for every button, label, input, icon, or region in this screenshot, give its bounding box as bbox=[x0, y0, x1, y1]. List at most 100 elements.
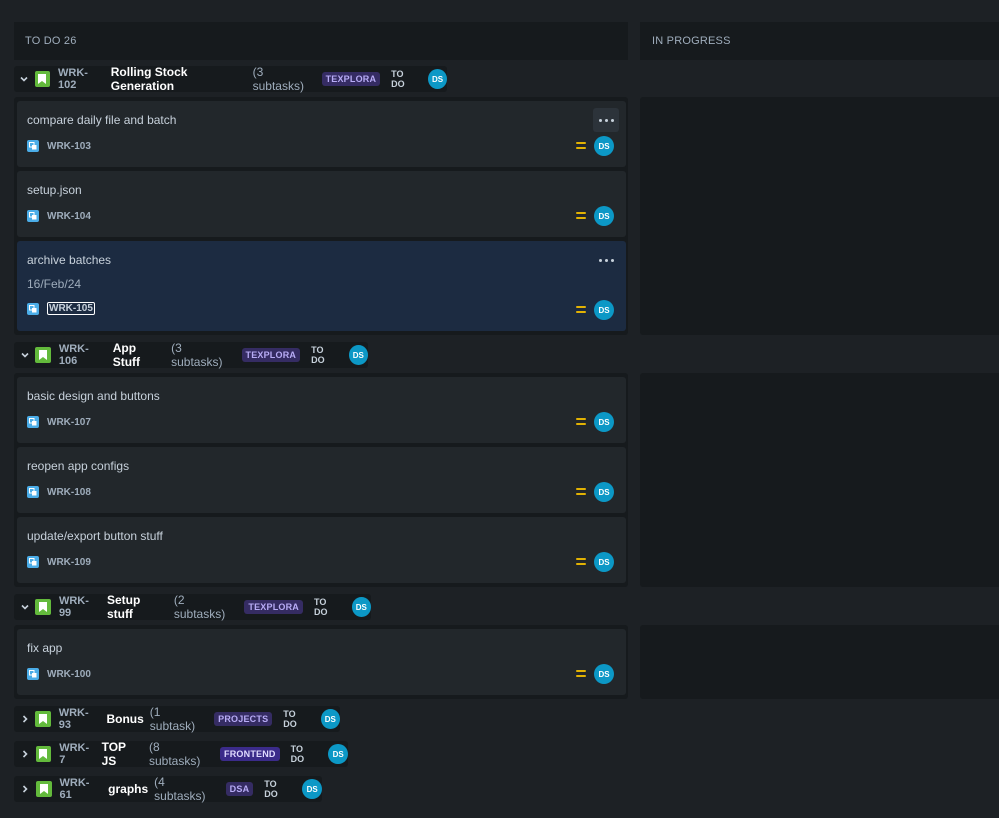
chevron-right-icon[interactable] bbox=[14, 714, 35, 724]
card-title: archive batches bbox=[27, 253, 112, 267]
in-progress-dropzone-wrk-102[interactable] bbox=[640, 97, 999, 335]
avatar[interactable]: DS bbox=[351, 597, 371, 617]
parent-issue-key[interactable]: WRK-99 bbox=[59, 595, 100, 619]
column-header-in-progress: IN PROGRESS bbox=[640, 22, 999, 60]
epic-label: TEXPLORA bbox=[241, 348, 301, 362]
subtask-count: (1 subtask) bbox=[149, 705, 196, 733]
chevron-down-icon[interactable] bbox=[14, 350, 35, 360]
issue-card[interactable]: basic design and buttons WRK-107 DS bbox=[17, 377, 626, 443]
subtask-count: (3 subtasks) bbox=[171, 341, 223, 369]
avatar[interactable]: DS bbox=[320, 709, 340, 729]
avatar[interactable]: DS bbox=[594, 552, 614, 572]
parent-status: TO DO bbox=[314, 597, 328, 617]
swimlane-header[interactable]: WRK-93 Bonus (1 subtask) PROJECTS TO DO … bbox=[14, 705, 340, 733]
parent-status: TO DO bbox=[283, 709, 297, 729]
issue-card[interactable]: compare daily file and batch WRK-103 DS bbox=[17, 101, 626, 167]
card-title: setup.json bbox=[27, 183, 82, 197]
parent-issue-title[interactable]: Rolling Stock Generation bbox=[111, 65, 247, 93]
priority-medium-icon bbox=[576, 488, 586, 498]
story-icon bbox=[34, 71, 50, 87]
priority-medium-icon bbox=[576, 142, 586, 152]
avatar[interactable]: DS bbox=[594, 482, 614, 502]
subtask-icon bbox=[27, 556, 39, 568]
epic-label: FRONTEND bbox=[220, 747, 280, 761]
avatar[interactable]: DS bbox=[594, 136, 614, 156]
epic-label: PROJECTS bbox=[214, 712, 273, 726]
avatar[interactable]: DS bbox=[594, 664, 614, 684]
parent-issue-title[interactable]: TOP JS bbox=[102, 740, 143, 768]
subtask-icon bbox=[27, 210, 39, 222]
card-issue-key[interactable]: WRK-105 bbox=[47, 302, 95, 315]
chevron-down-icon[interactable] bbox=[14, 74, 35, 84]
priority-medium-icon bbox=[576, 212, 586, 222]
subtask-icon bbox=[27, 416, 39, 428]
dot-icon bbox=[610, 118, 614, 122]
swimlane-header[interactable]: WRK-61 graphs (4 subtasks) DSA TO DO DS bbox=[14, 775, 322, 803]
parent-status: TO DO bbox=[264, 779, 278, 799]
chevron-right-icon[interactable] bbox=[14, 749, 36, 759]
priority-medium-icon bbox=[576, 306, 586, 316]
subtask-icon bbox=[27, 302, 39, 315]
avatar[interactable]: DS bbox=[594, 412, 614, 432]
parent-issue-key[interactable]: WRK-7 bbox=[59, 742, 94, 766]
epic-label: DSA bbox=[225, 782, 254, 796]
subtask-icon bbox=[27, 140, 39, 152]
avatar[interactable]: DS bbox=[428, 69, 447, 89]
subtask-icon bbox=[27, 486, 39, 498]
in-progress-dropzone-wrk-99[interactable] bbox=[640, 625, 999, 699]
avatar[interactable]: DS bbox=[348, 345, 369, 365]
issue-card[interactable]: reopen app configs WRK-108 DS bbox=[17, 447, 626, 513]
avatar[interactable]: DS bbox=[328, 744, 349, 764]
card-title: compare daily file and batch bbox=[27, 113, 177, 127]
card-issue-key[interactable]: WRK-109 bbox=[47, 557, 91, 568]
parent-status: TO DO bbox=[311, 345, 325, 365]
story-icon bbox=[35, 347, 51, 363]
card-title: basic design and buttons bbox=[27, 389, 160, 403]
avatar[interactable]: DS bbox=[594, 206, 614, 226]
story-icon bbox=[35, 781, 52, 797]
swimlane-header[interactable]: WRK-99 Setup stuff (2 subtasks) TEXPLORA… bbox=[14, 593, 371, 621]
dot-icon bbox=[604, 118, 608, 122]
dot-icon bbox=[598, 118, 602, 122]
story-icon bbox=[35, 746, 52, 762]
parent-issue-title[interactable]: Setup stuff bbox=[107, 593, 168, 621]
in-progress-dropzone-wrk-106[interactable] bbox=[640, 373, 999, 587]
more-actions-button[interactable] bbox=[593, 108, 619, 132]
parent-issue-key[interactable]: WRK-102 bbox=[58, 67, 104, 91]
swimlane-header[interactable]: WRK-106 App Stuff (3 subtasks) TEXPLORA … bbox=[14, 341, 369, 369]
parent-status: TO DO bbox=[290, 744, 305, 764]
chevron-down-icon[interactable] bbox=[14, 602, 35, 612]
avatar[interactable]: DS bbox=[594, 300, 614, 320]
avatar[interactable]: DS bbox=[302, 779, 322, 799]
dot-icon bbox=[598, 258, 602, 262]
dot-icon bbox=[604, 258, 608, 262]
issue-card[interactable]: fix app WRK-100 DS bbox=[17, 629, 626, 695]
parent-issue-title[interactable]: Bonus bbox=[106, 712, 143, 726]
card-title: update/export button stuff bbox=[27, 529, 163, 543]
swimlane-header[interactable]: WRK-102 Rolling Stock Generation (3 subt… bbox=[14, 65, 447, 93]
more-actions-button[interactable] bbox=[593, 248, 619, 272]
card-title: fix app bbox=[27, 641, 63, 655]
parent-issue-key[interactable]: WRK-93 bbox=[59, 707, 100, 731]
priority-medium-icon bbox=[576, 670, 586, 680]
card-issue-key[interactable]: WRK-104 bbox=[47, 211, 91, 222]
parent-issue-title[interactable]: graphs bbox=[108, 782, 148, 796]
swimlane-header[interactable]: WRK-7 TOP JS (8 subtasks) FRONTEND TO DO… bbox=[14, 740, 349, 768]
parent-issue-title[interactable]: App Stuff bbox=[113, 341, 165, 369]
subtask-count: (3 subtasks) bbox=[252, 65, 304, 93]
issue-card[interactable]: update/export button stuff WRK-109 DS bbox=[17, 517, 626, 583]
chevron-right-icon[interactable] bbox=[14, 784, 36, 794]
parent-issue-key[interactable]: WRK-61 bbox=[60, 777, 102, 801]
card-issue-key[interactable]: WRK-108 bbox=[47, 487, 91, 498]
card-issue-key[interactable]: WRK-100 bbox=[47, 669, 91, 680]
issue-card-selected[interactable]: archive batches 16/Feb/24 WRK-105 DS bbox=[17, 241, 626, 331]
parent-status: TO DO bbox=[391, 69, 405, 89]
priority-medium-icon bbox=[576, 558, 586, 568]
column-header-todo: TO DO 26 bbox=[14, 22, 628, 60]
issue-card[interactable]: setup.json WRK-104 DS bbox=[17, 171, 626, 237]
story-icon bbox=[35, 711, 51, 727]
card-issue-key[interactable]: WRK-103 bbox=[47, 141, 91, 152]
card-issue-key[interactable]: WRK-107 bbox=[47, 417, 91, 428]
dot-icon bbox=[610, 258, 614, 262]
parent-issue-key[interactable]: WRK-106 bbox=[59, 343, 106, 367]
